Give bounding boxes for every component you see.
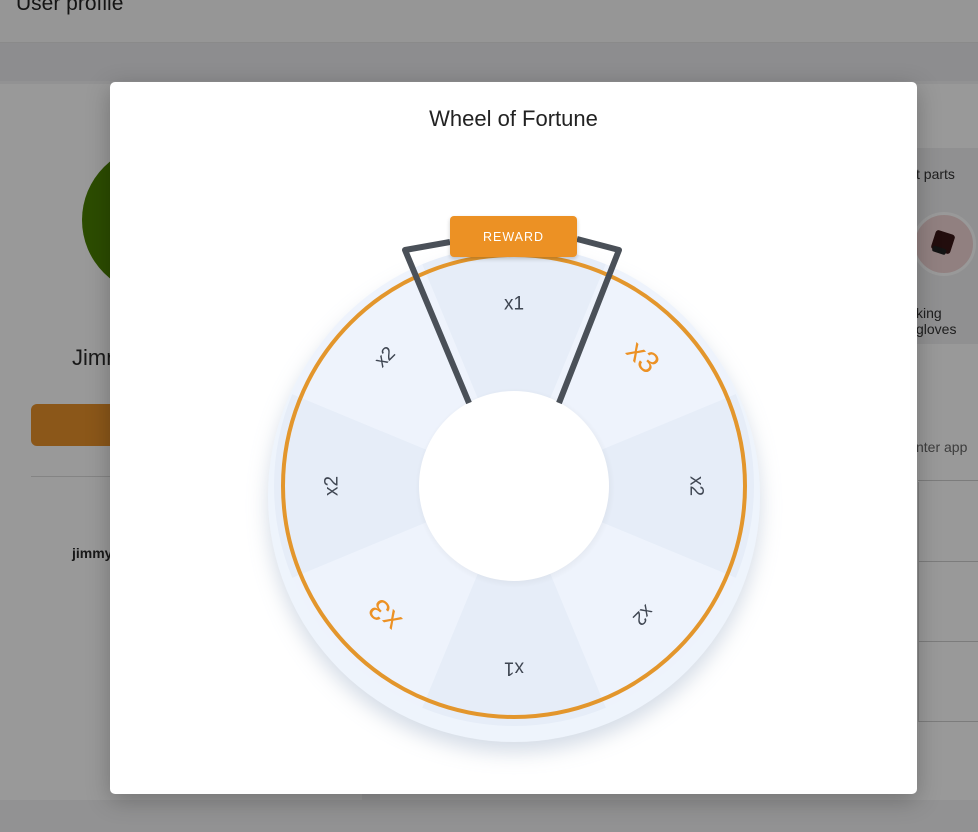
wheel-segment-label: x1 — [504, 658, 524, 679]
wheel-segment-label: x2 — [322, 476, 343, 496]
wheel-modal: Wheel of Fortune x1 x3 x2 x2 x1 x3 x2 x2 REWARD — [110, 82, 917, 794]
fortune-wheel[interactable]: x1x3x2x2x1x3x2x2 — [110, 82, 917, 794]
wheel-hub — [419, 391, 609, 581]
wheel-segment-label: x1 — [504, 294, 524, 315]
wheel-segment-label: x2 — [686, 476, 707, 496]
reward-button[interactable]: REWARD — [450, 216, 577, 257]
